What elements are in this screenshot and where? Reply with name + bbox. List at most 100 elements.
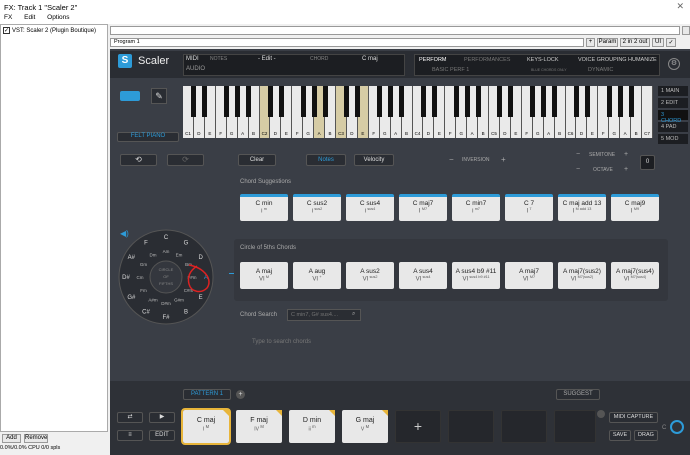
circle-minor-key[interactable]: Fm [140, 288, 147, 293]
side-menu-item[interactable]: 4 PAD [658, 122, 688, 132]
black-key[interactable] [552, 86, 558, 117]
circle-minor-key[interactable]: Cm [137, 275, 144, 280]
circle-major-key[interactable]: D [198, 255, 203, 261]
program-add-button[interactable]: + [586, 38, 595, 47]
plugin-header-field[interactable] [110, 26, 680, 35]
param-button[interactable]: Param [597, 38, 618, 47]
velocity-button[interactable]: Velocity [354, 154, 394, 166]
remove-fx-button[interactable]: Remove [24, 434, 48, 443]
undo-button[interactable]: ⟲ [120, 154, 157, 166]
black-key[interactable] [278, 86, 284, 117]
guitar-view-icon[interactable]: ✎ [151, 88, 167, 104]
fifths-chord[interactable]: A aug VI + [293, 262, 341, 289]
side-menu-item[interactable]: 1 MAIN [658, 86, 688, 96]
black-key[interactable] [377, 86, 383, 117]
black-key[interactable] [573, 86, 579, 117]
black-key[interactable] [530, 86, 536, 117]
fifths-chord[interactable]: A maj VI M [240, 262, 288, 289]
black-key[interactable] [388, 86, 394, 117]
close-icon[interactable]: ✕ [676, 1, 684, 12]
add-pattern-icon[interactable]: + [236, 390, 245, 399]
black-key[interactable] [267, 86, 273, 117]
keyslock-button[interactable]: KEYS-LOCK [527, 57, 558, 63]
save-button[interactable]: SAVE [609, 430, 631, 441]
add-chord-slot[interactable]: + [395, 410, 441, 443]
octave-minus[interactable]: − [576, 166, 580, 173]
audio-toggle[interactable]: AUDIO [186, 66, 205, 72]
voice-grouping-mode[interactable]: DYNAMIC [588, 67, 613, 73]
inversion-minus[interactable]: − [449, 155, 454, 164]
circle-major-key[interactable]: E [199, 295, 203, 301]
drag-button[interactable]: DRAG [634, 430, 658, 441]
loop-icon[interactable]: ⇄ [117, 412, 143, 423]
menu-options[interactable]: Options [47, 14, 69, 21]
circle-major-key[interactable]: F# [162, 315, 170, 321]
suggest-button[interactable]: SUGGEST [556, 389, 600, 400]
settings-gear-icon[interactable]: ⚙ [668, 58, 680, 70]
circle-major-key[interactable]: D# [122, 275, 130, 281]
bypass-checkbox[interactable]: ✓ [666, 38, 676, 47]
circle-minor-key[interactable]: A#m [148, 298, 158, 303]
edit-button[interactable]: EDIT [149, 430, 175, 441]
semitone-plus[interactable]: + [624, 151, 628, 158]
menu-fx[interactable]: FX [4, 14, 12, 21]
menu-icon[interactable]: ≡ [117, 430, 143, 441]
pattern-chord[interactable]: D min ii m [289, 410, 335, 443]
chord-suggestion[interactable]: C maj7 I M7 [399, 194, 447, 221]
black-key[interactable] [191, 86, 197, 117]
chord-suggestion[interactable]: C min7 i m7 [452, 194, 500, 221]
black-key[interactable] [399, 86, 405, 117]
header-button[interactable] [682, 26, 690, 35]
black-key[interactable] [355, 86, 361, 117]
black-key[interactable] [475, 86, 481, 117]
keyboard-view-icon[interactable] [120, 91, 140, 101]
black-key[interactable] [235, 86, 241, 117]
fifths-chord[interactable]: A maj7(sus2) VI M7(sus2) [558, 262, 606, 289]
pattern-chord[interactable]: C maj I M [181, 408, 231, 445]
circle-minor-key[interactable]: Gm [140, 262, 148, 267]
circle-major-key[interactable]: G [184, 240, 189, 246]
inversion-plus[interactable]: + [501, 155, 506, 164]
black-key[interactable] [606, 86, 612, 117]
play-icon[interactable]: ▶ [149, 412, 175, 423]
pattern-chord[interactable]: F maj IV M [236, 410, 282, 443]
program-select[interactable]: Program 1 [110, 38, 584, 47]
black-key[interactable] [202, 86, 208, 117]
perform-button[interactable]: PERFORM [419, 57, 447, 63]
midi-capture-button[interactable]: MIDI CAPTURE [609, 412, 658, 423]
black-key[interactable] [584, 86, 590, 117]
empty-slot[interactable] [501, 410, 547, 443]
circle-major-key[interactable]: C [164, 235, 169, 241]
notes-button[interactable]: Notes [306, 154, 346, 166]
black-key[interactable] [344, 86, 350, 117]
octave-plus[interactable]: + [624, 166, 628, 173]
fifths-chord[interactable]: A maj7(sus4) VI M7(sus4) [611, 262, 659, 289]
black-key[interactable] [508, 86, 514, 117]
performance-preset[interactable]: BASIC PERF 1 [432, 67, 469, 73]
fx-enable-checkbox[interactable]: ✓ [3, 27, 10, 34]
chord-suggestion[interactable]: C sus2 i sus2 [293, 194, 341, 221]
clear-button[interactable]: Clear [238, 154, 276, 166]
midi-toggle[interactable]: MIDI [186, 56, 199, 62]
key-knob-icon[interactable] [670, 420, 684, 434]
black-key[interactable] [431, 86, 437, 117]
add-fx-button[interactable]: Add [2, 434, 21, 443]
slot-option-icon[interactable] [597, 410, 605, 418]
black-key[interactable] [497, 86, 503, 117]
humanize-button[interactable]: HUMANIZE [628, 57, 657, 63]
circle-major-key[interactable]: B [184, 310, 188, 316]
redo-button[interactable]: ⟳ [167, 154, 204, 166]
piano-keyboard[interactable]: C1 D E F G A B C2 D E F G A B C3 D E F G A B C4 D E F G A B C5 D E F G A B… [183, 86, 653, 138]
pattern-select[interactable]: PATTERN 1 [183, 389, 231, 400]
side-menu-item[interactable]: 2 EDIT [658, 98, 688, 108]
black-key[interactable] [246, 86, 252, 117]
pattern-chord[interactable]: G maj V M [342, 410, 388, 443]
black-key[interactable] [628, 86, 634, 117]
black-key[interactable] [311, 86, 317, 117]
circle-major-key[interactable]: F [144, 240, 148, 246]
fifths-chord[interactable]: A sus4 b9 #11 VI sus4 b9 #11 [452, 262, 500, 289]
circle-of-fifths[interactable]: CGDAEBF#C#G#D#A#FAmEmBmF#mC#mG#mD#mA#mFm… [117, 228, 215, 326]
circle-minor-key[interactable]: Em [176, 252, 183, 257]
menu-edit[interactable]: Edit [24, 14, 35, 21]
circle-major-key[interactable]: A# [128, 255, 136, 261]
